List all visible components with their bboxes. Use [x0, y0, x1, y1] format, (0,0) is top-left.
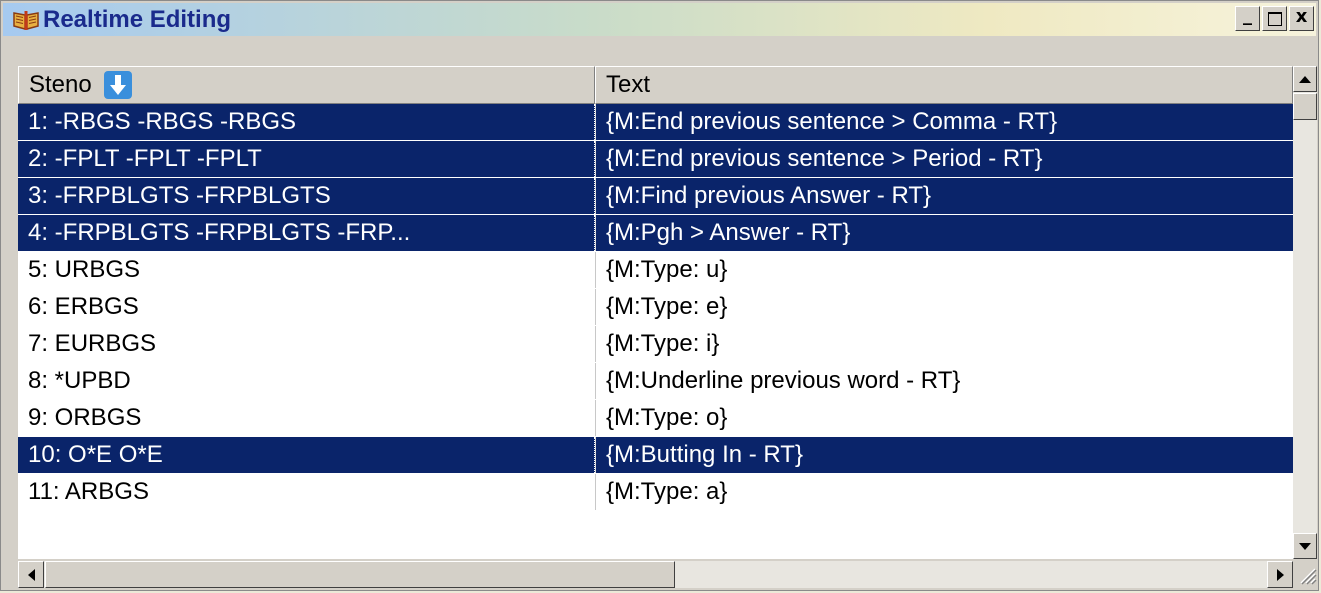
resize-grip-icon	[1300, 568, 1317, 585]
close-icon: x	[1295, 6, 1308, 27]
table-row[interactable]: 1: -RBGS -RBGS -RBGS {M:End previous sen…	[18, 104, 1293, 140]
steno-cell[interactable]: 7: EURBGS	[18, 326, 595, 362]
sort-down-arrow-icon[interactable]	[103, 71, 132, 99]
steno-cell[interactable]: 4: -FRPBLGTS -FRPBLGTS -FRP...	[18, 215, 595, 251]
text-cell[interactable]: {M:End previous sentence > Period - RT}	[595, 141, 1293, 177]
steno-cell[interactable]: 10: O*E O*E	[18, 437, 595, 473]
steno-cell[interactable]: 9: ORBGS	[18, 400, 595, 436]
table-row[interactable]: 4: -FRPBLGTS -FRPBLGTS -FRP... {M:Pgh > …	[18, 215, 1293, 251]
scroll-right-button[interactable]	[1267, 561, 1293, 588]
minimize-button[interactable]: _	[1235, 5, 1260, 31]
steno-cell[interactable]: 3: -FRPBLGTS -FRPBLGTS	[18, 178, 595, 214]
steno-cell[interactable]: 8: *UPBD	[18, 363, 595, 399]
text-cell[interactable]: {M:Type: o}	[595, 400, 1293, 436]
title-bar[interactable]: Realtime Editing _ x	[3, 3, 1316, 36]
table-row[interactable]: 8: *UPBD {M:Underline previous word - RT…	[18, 363, 1293, 399]
scroll-left-button[interactable]	[18, 561, 44, 588]
close-button[interactable]: x	[1289, 6, 1314, 31]
table-row[interactable]: 3: -FRPBLGTS -FRPBLGTS {M:Find previous …	[18, 178, 1293, 214]
table-row[interactable]: 10: O*E O*E {M:Butting In - RT}	[18, 437, 1293, 473]
horizontal-scrollbar[interactable]	[18, 561, 1293, 588]
text-cell[interactable]: {M:Type: a}	[595, 474, 1293, 510]
text-cell[interactable]: {M:Underline previous word - RT}	[595, 363, 1293, 399]
maximize-icon	[1267, 11, 1282, 26]
vertical-scroll-thumb[interactable]	[1293, 93, 1317, 120]
macro-table-body: 1: -RBGS -RBGS -RBGS {M:End previous sen…	[18, 104, 1293, 559]
chevron-right-icon	[1276, 568, 1284, 581]
steno-cell[interactable]: 6: ERBGS	[18, 289, 595, 325]
window-title: Realtime Editing	[43, 5, 232, 33]
book-icon	[13, 9, 39, 31]
realtime-editing-window: Realtime Editing _ x Steno Text 1: -RBGS…	[0, 0, 1319, 591]
table-row[interactable]: 11: ARBGS {M:Type: a}	[18, 474, 1293, 510]
column-header-row: Steno Text	[18, 66, 1293, 104]
table-row[interactable]: 2: -FPLT -FPLT -FPLT {M:End previous sen…	[18, 141, 1293, 177]
horizontal-scroll-thumb[interactable]	[45, 561, 675, 588]
chevron-left-icon	[27, 568, 35, 581]
vertical-scrollbar[interactable]	[1293, 66, 1317, 559]
table-row[interactable]: 5: URBGS {M:Type: u}	[18, 252, 1293, 288]
column-header-steno-label: Steno	[29, 71, 92, 98]
text-cell[interactable]: {M:Pgh > Answer - RT}	[595, 215, 1293, 251]
text-cell[interactable]: {M:Butting In - RT}	[595, 437, 1293, 473]
text-cell[interactable]: {M:Type: e}	[595, 289, 1293, 325]
column-header-text[interactable]: Text	[595, 66, 1293, 104]
scroll-up-button[interactable]	[1293, 66, 1317, 92]
maximize-button[interactable]	[1262, 6, 1287, 31]
steno-cell[interactable]: 2: -FPLT -FPLT -FPLT	[18, 141, 595, 177]
text-cell[interactable]: {M:Find previous Answer - RT}	[595, 178, 1293, 214]
chevron-up-icon	[1299, 75, 1311, 83]
table-row[interactable]: 9: ORBGS {M:Type: o}	[18, 400, 1293, 436]
column-header-text-label: Text	[606, 71, 651, 98]
minimize-icon: _	[1243, 5, 1252, 26]
resize-grip[interactable]	[1293, 561, 1317, 588]
chevron-down-icon	[1299, 542, 1311, 550]
scroll-down-button[interactable]	[1293, 533, 1317, 559]
text-cell[interactable]: {M:End previous sentence > Comma - RT}	[595, 104, 1293, 140]
text-cell[interactable]: {M:Type: u}	[595, 252, 1293, 288]
steno-cell[interactable]: 1: -RBGS -RBGS -RBGS	[18, 104, 595, 140]
steno-cell[interactable]: 11: ARBGS	[18, 474, 595, 510]
column-header-steno[interactable]: Steno	[18, 66, 595, 104]
table-row[interactable]: 7: EURBGS {M:Type: i}	[18, 326, 1293, 362]
table-row[interactable]: 6: ERBGS {M:Type: e}	[18, 289, 1293, 325]
steno-cell[interactable]: 5: URBGS	[18, 252, 595, 288]
text-cell[interactable]: {M:Type: i}	[595, 326, 1293, 362]
